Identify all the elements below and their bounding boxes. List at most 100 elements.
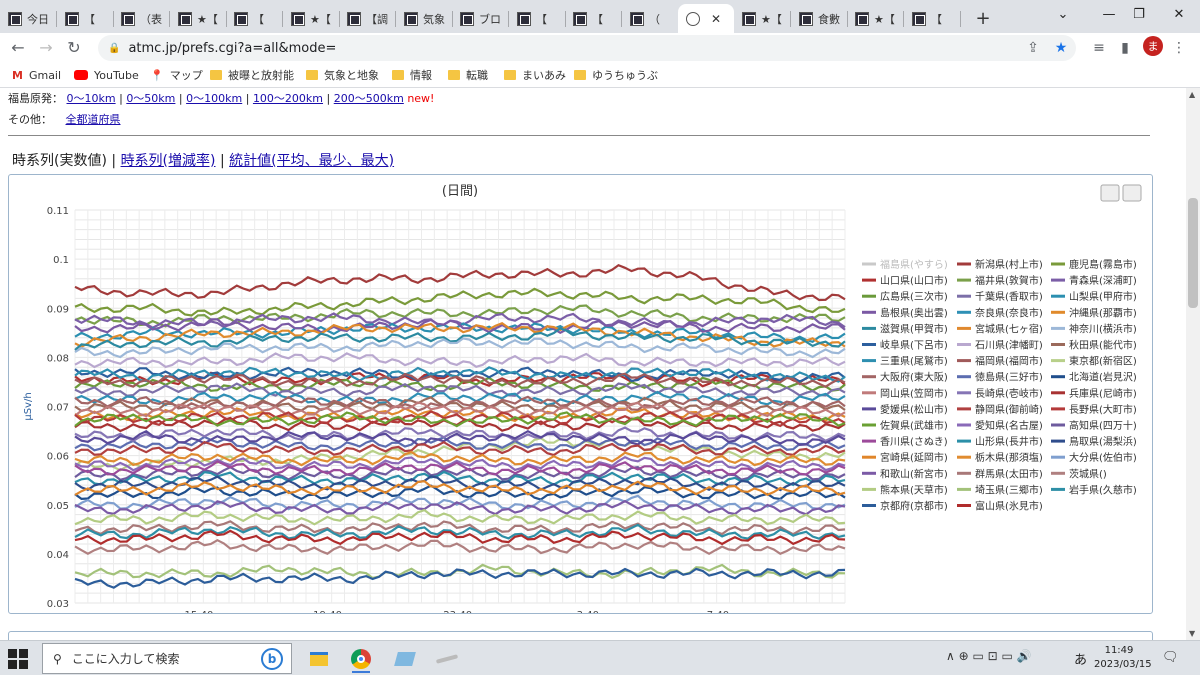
tab-12[interactable]: ✕ xyxy=(678,4,734,33)
legend-entry[interactable]: 福島県(やすら) xyxy=(880,258,948,271)
legend-entry[interactable]: 鳥取県(湯梨浜) xyxy=(1069,435,1137,448)
legend-entry[interactable]: 香川県(さぬき) xyxy=(880,436,948,448)
reload-button[interactable]: ↻ xyxy=(62,35,86,59)
legend-entry[interactable]: 群馬県(太田市) xyxy=(975,467,1043,480)
clock[interactable]: 11:49 2023/03/15 xyxy=(1094,644,1152,672)
legend-entry[interactable]: 千葉県(香取市) xyxy=(975,290,1043,303)
tab-9[interactable]: 【 xyxy=(509,4,566,33)
new-tab-button[interactable]: + xyxy=(968,4,998,33)
legend-entry[interactable]: 岡山県(笠岡市) xyxy=(880,387,948,400)
legend-entry[interactable]: 宮城県(七ヶ宿) xyxy=(975,322,1043,335)
tab-2[interactable]: （表 xyxy=(113,4,170,33)
tab-16[interactable]: 【 xyxy=(904,4,961,33)
file-explorer-icon[interactable] xyxy=(304,645,334,673)
bookmark-folder-5[interactable]: まいあみ xyxy=(504,67,566,83)
legend-entry[interactable]: 大分県(佐伯市) xyxy=(1069,451,1137,464)
legend-entry[interactable]: 兵庫県(尼崎市) xyxy=(1069,387,1137,400)
legend-entry[interactable]: 広島県(三次市) xyxy=(880,290,948,303)
all-prefectures-link[interactable]: 全都道府県 xyxy=(66,113,121,126)
legend-entry[interactable]: 愛媛県(松山市) xyxy=(880,403,948,416)
legend-entry[interactable]: 長野県(大町市) xyxy=(1069,403,1137,416)
tab-5[interactable]: ★【 xyxy=(283,4,340,33)
legend-entry[interactable]: 大阪府(東大阪) xyxy=(880,371,948,384)
reading-list-icon[interactable]: ≡ xyxy=(1088,37,1110,59)
back-button[interactable]: ← xyxy=(6,35,30,59)
range-link-100-200[interactable]: 100～200km xyxy=(253,92,323,105)
legend-entry[interactable]: 石川県(津幡町) xyxy=(975,339,1043,352)
print-chart-button[interactable] xyxy=(1100,184,1120,202)
close-tab-icon[interactable]: ✕ xyxy=(711,12,721,26)
bookmark-star-icon[interactable]: ★ xyxy=(1050,37,1072,59)
legend-entry[interactable]: 沖縄県(那覇市) xyxy=(1069,306,1137,319)
legend-entry[interactable]: 三重県(尾鷲市) xyxy=(880,355,948,368)
legend-entry[interactable]: 茨城県() xyxy=(1069,467,1107,480)
address-url[interactable]: atmc.jp/prefs.cgi?a=all&mode= xyxy=(128,41,336,56)
legend-entry[interactable]: 栃木県(那須塩) xyxy=(975,451,1043,464)
avatar[interactable]: ま xyxy=(1143,36,1163,56)
legend-entry[interactable]: 神奈川(横浜市) xyxy=(1069,322,1137,335)
page-scrollbar[interactable]: ▲ ▼ xyxy=(1186,88,1200,640)
legend-entry[interactable]: 長崎県(壱岐市) xyxy=(975,387,1043,400)
legend-entry[interactable]: 埼玉県(三郷市) xyxy=(975,483,1043,496)
close-window-button[interactable]: ✕ xyxy=(1156,0,1200,28)
legend-entry[interactable]: 高知県(四万十) xyxy=(1069,419,1137,432)
legend-entry[interactable]: 山口県(山口市) xyxy=(880,274,948,287)
forward-button[interactable]: → xyxy=(34,35,58,59)
legend-entry[interactable]: 青森県(深浦町) xyxy=(1069,274,1137,287)
side-panel-icon[interactable]: ▮ xyxy=(1114,37,1136,59)
range-link-0-100[interactable]: 0～100km xyxy=(186,92,242,105)
legend-entry[interactable]: 奈良県(奈良市) xyxy=(975,306,1043,319)
download-chart-button[interactable] xyxy=(1122,184,1142,202)
windows-start-icon[interactable] xyxy=(8,649,28,669)
tab-10[interactable]: 【 xyxy=(565,4,622,33)
legend-entry[interactable]: 新潟県(村上市) xyxy=(975,258,1043,271)
tab-7[interactable]: 気象 xyxy=(396,4,453,33)
address-bar[interactable]: 🔒 atmc.jp/prefs.cgi?a=all&mode= xyxy=(98,35,1076,61)
menu-icon[interactable]: ⋮ xyxy=(1168,37,1190,59)
app-icon[interactable] xyxy=(390,645,420,673)
bing-icon[interactable]: b xyxy=(261,648,283,670)
legend-entry[interactable]: 鹿児島(霧島市) xyxy=(1069,258,1137,271)
bookmark-maps[interactable]: 📍 マップ xyxy=(150,67,203,83)
range-link-0-10[interactable]: 0～10km xyxy=(67,92,116,105)
tab-6[interactable]: 【調 xyxy=(339,4,396,33)
range-link-0-50[interactable]: 0～50km xyxy=(126,92,175,105)
legend-entry[interactable]: 和歌山(新宮市) xyxy=(880,467,948,480)
legend-entry[interactable]: 山形県(長井市) xyxy=(975,435,1043,448)
legend-entry[interactable]: 静岡県(御前崎) xyxy=(975,403,1043,416)
tab-4[interactable]: 【 xyxy=(226,4,283,33)
taskbar-search-box[interactable]: ⚲ ここに入力して検索 b xyxy=(42,643,292,674)
timeseries-change-link[interactable]: 時系列(増減率) xyxy=(121,153,216,169)
bookmark-folder-4[interactable]: 転職 xyxy=(448,67,488,83)
legend-entry[interactable]: 愛知県(名古屋) xyxy=(975,419,1043,432)
bookmark-folder-6[interactable]: ゆうちゅうぶ xyxy=(574,67,658,83)
bookmark-folder-1[interactable]: 被曝と放射能 xyxy=(210,67,294,83)
bookmark-folder-2[interactable]: 気象と地象 xyxy=(306,67,379,83)
bookmark-youtube[interactable]: YouTube xyxy=(74,67,139,83)
legend-entry[interactable]: 徳島県(三好市) xyxy=(975,371,1043,384)
legend-entry[interactable]: 富山県(氷見市) xyxy=(975,500,1043,513)
tab-0[interactable]: 今日 xyxy=(0,4,57,33)
tab-14[interactable]: 食數 xyxy=(791,4,848,33)
bookmark-folder-3[interactable]: 情報 xyxy=(392,67,432,83)
legend-entry[interactable]: 熊本県(天草市) xyxy=(880,483,948,496)
pen-app-icon[interactable] xyxy=(432,645,462,673)
legend-entry[interactable]: 滋賀県(甲賀市) xyxy=(880,322,948,335)
scrollbar-thumb[interactable] xyxy=(1188,198,1198,308)
scroll-down-icon[interactable]: ▼ xyxy=(1189,629,1195,638)
legend-entry[interactable]: 佐賀県(武雄市) xyxy=(880,419,948,432)
legend-entry[interactable]: 北海道(岩見沢) xyxy=(1069,371,1137,384)
notification-icon[interactable]: 🗨 xyxy=(1162,650,1179,665)
share-icon[interactable]: ⇪ xyxy=(1022,37,1044,59)
tab-13[interactable]: ★【 xyxy=(734,4,791,33)
legend-entry[interactable]: 山梨県(甲府市) xyxy=(1069,290,1137,303)
tab-15[interactable]: ★【 xyxy=(847,4,904,33)
legend-entry[interactable]: 島根県(奥出雲) xyxy=(880,306,948,319)
range-link-200-500[interactable]: 200～500km xyxy=(334,92,404,105)
tab-3[interactable]: ★【 xyxy=(170,4,227,33)
legend-entry[interactable]: 福井県(敦賀市) xyxy=(975,274,1043,287)
bookmark-gmail[interactable]: M Gmail xyxy=(12,67,61,83)
legend-entry[interactable]: 岩手県(久慈市) xyxy=(1069,483,1137,496)
legend-entry[interactable]: 宮崎県(延岡市) xyxy=(880,451,948,464)
tab-11[interactable]: （ xyxy=(622,4,679,33)
